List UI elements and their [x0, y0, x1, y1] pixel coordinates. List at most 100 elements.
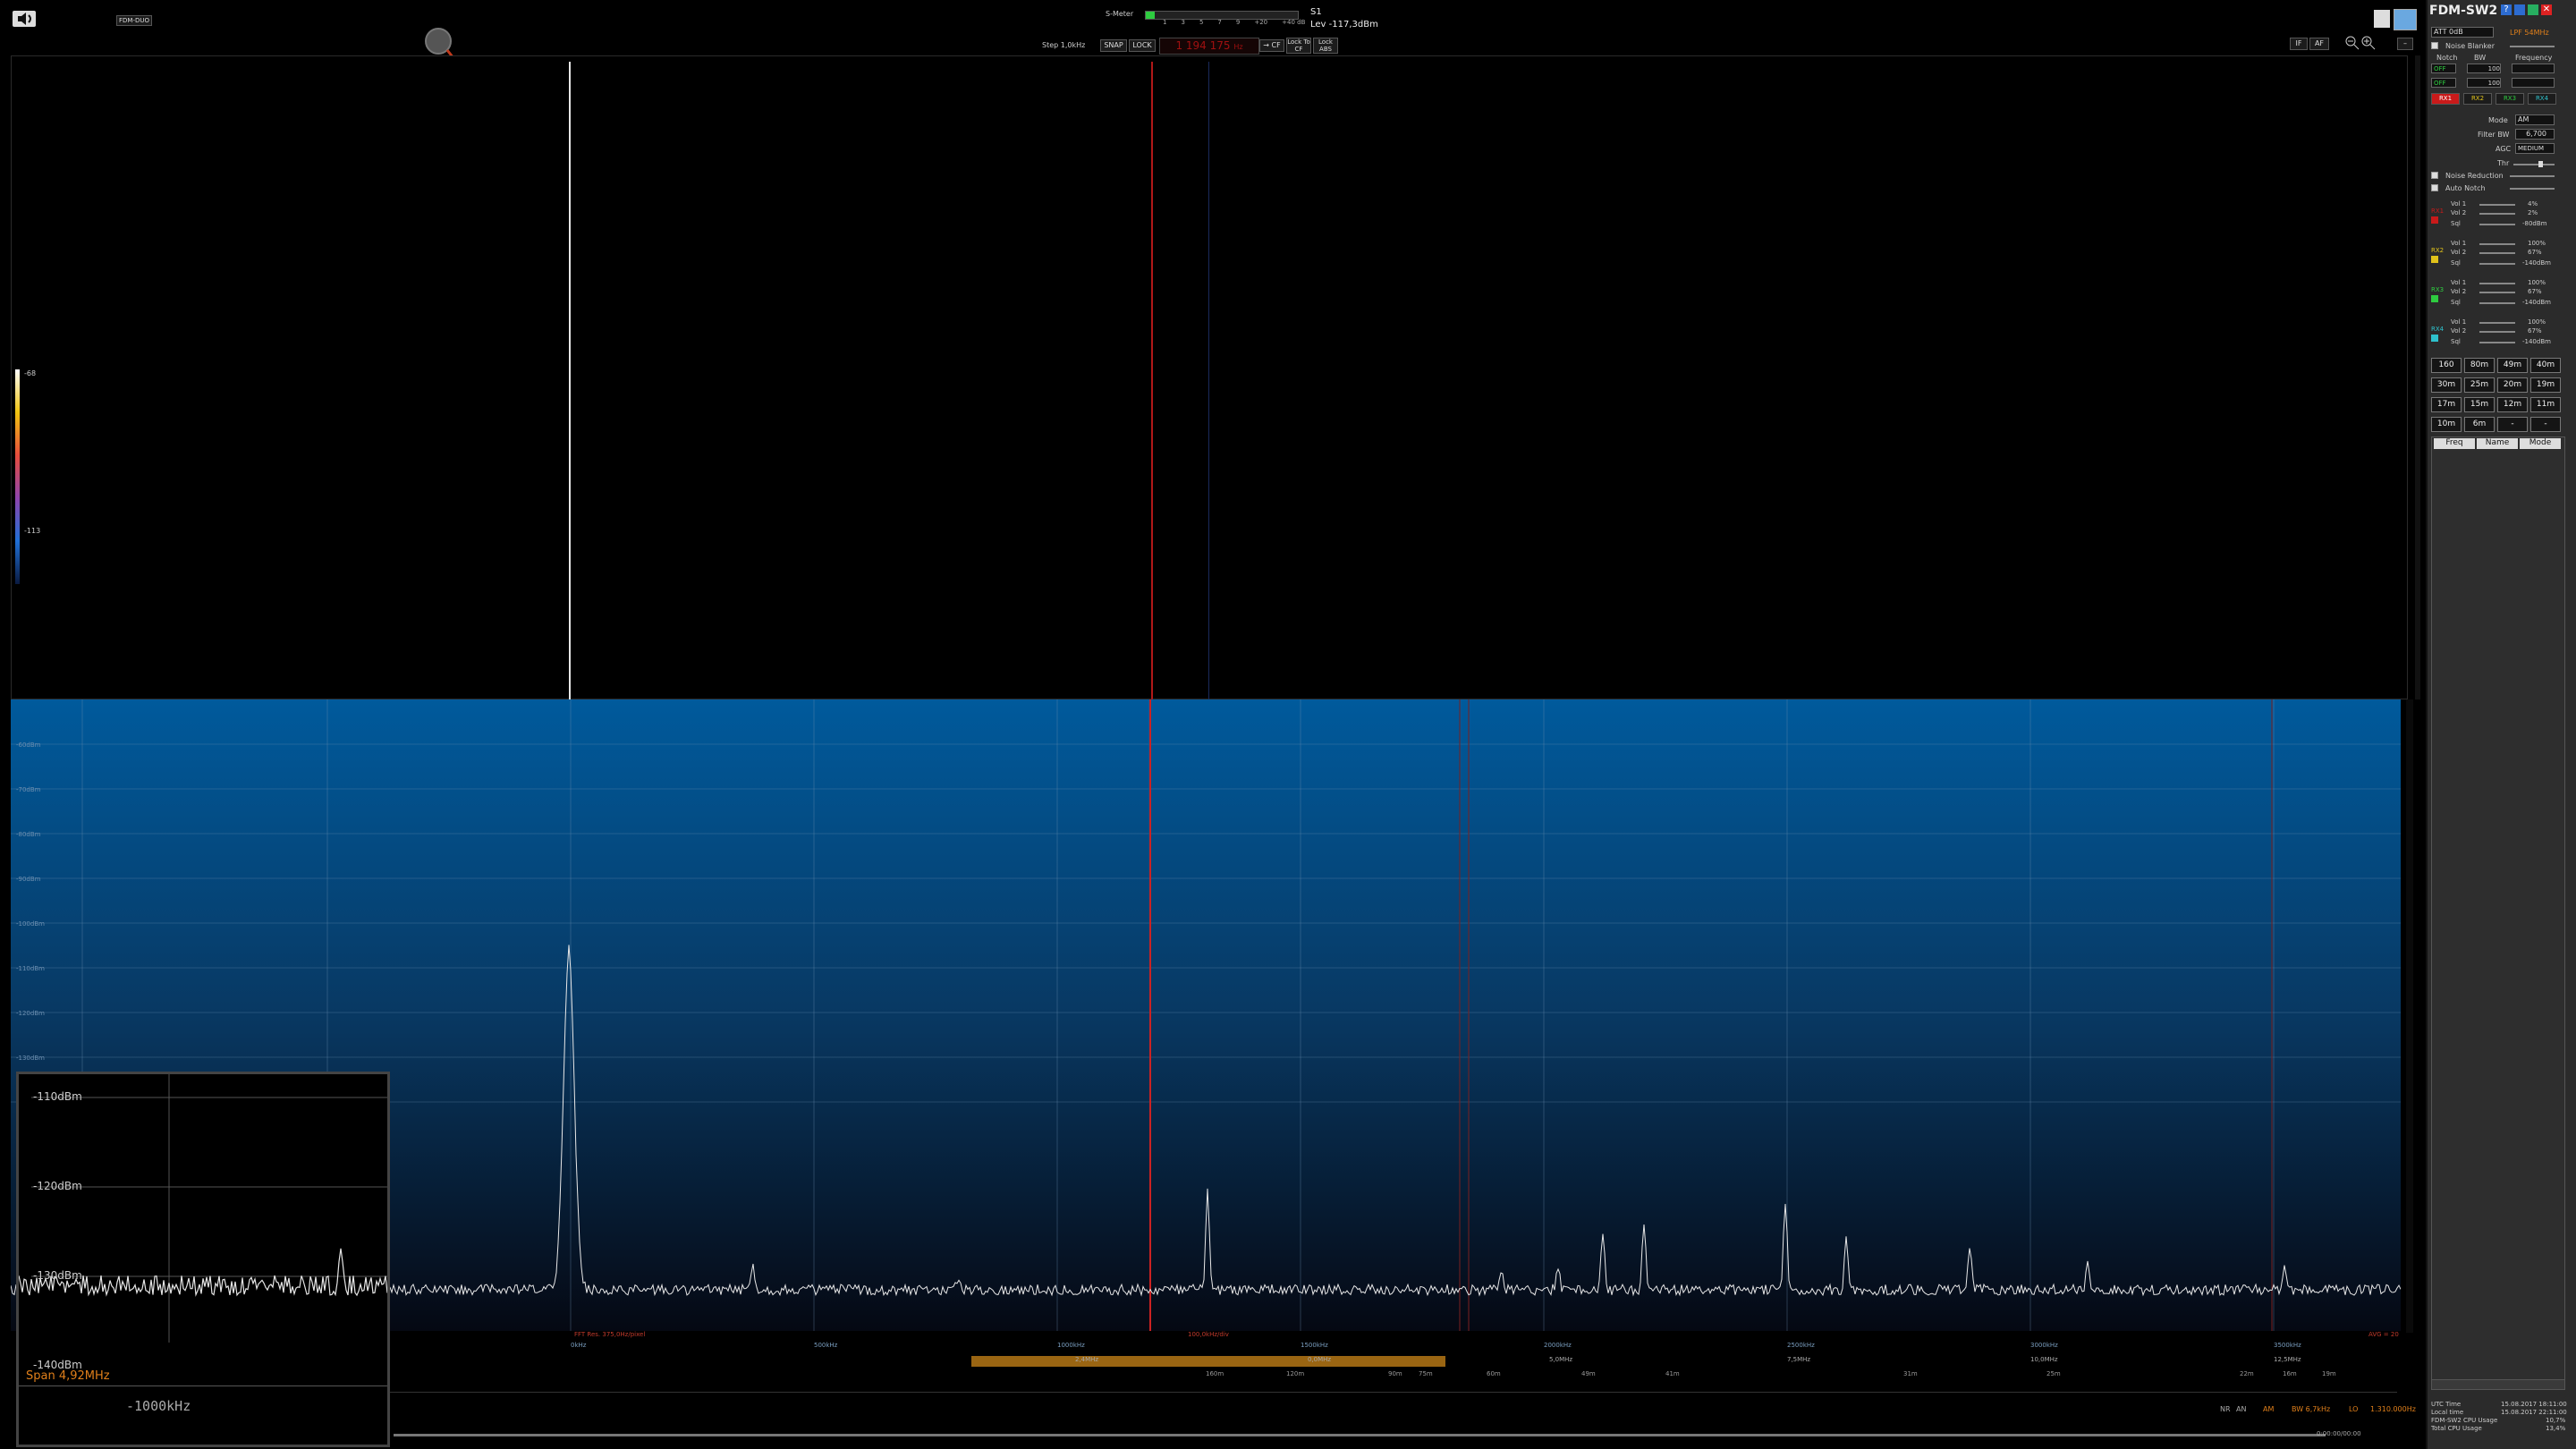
band-button[interactable]: 10m	[2431, 417, 2462, 432]
spectrum-db-tick: -100dBm	[16, 920, 45, 928]
mode-select[interactable]: AM	[2515, 114, 2555, 125]
zoom-inset-panel[interactable]: -110dBm -120dBm -130dBm -140dBm Span 4,9…	[16, 1072, 390, 1447]
band-button[interactable]: 80m	[2464, 358, 2495, 373]
nr-indicator[interactable]: NR	[2220, 1405, 2231, 1413]
step-label[interactable]: Step 1,0kHz	[1042, 41, 1085, 49]
memory-list[interactable]: Freq Name Mode	[2431, 436, 2565, 1386]
speaker-icon[interactable]	[2431, 335, 2438, 342]
vol1-slider[interactable]	[2479, 243, 2515, 245]
agc-select[interactable]: MEDIUM	[2515, 143, 2555, 154]
notch-off-1[interactable]: OFF	[2431, 64, 2456, 73]
vol1-slider[interactable]	[2479, 283, 2515, 284]
vol1-value: 100%	[2528, 318, 2546, 326]
speaker-icon[interactable]	[2431, 295, 2438, 302]
vol1-slider[interactable]	[2479, 322, 2515, 324]
an-indicator[interactable]: AN	[2236, 1405, 2246, 1413]
vol2-slider[interactable]	[2479, 252, 2515, 254]
lock-abs-button[interactable]: Lock ABS	[1313, 38, 1338, 54]
memory-header-freq[interactable]: Freq	[2434, 438, 2475, 449]
notch-bw-1[interactable]: 100	[2467, 64, 2501, 73]
snap-button[interactable]: SNAP	[1100, 39, 1127, 52]
lock-button[interactable]: LOCK	[1129, 39, 1156, 52]
zoom-label-110: -110dBm	[33, 1090, 82, 1103]
close-icon[interactable]: ✕	[2541, 4, 2552, 15]
auto-notch-slider[interactable]	[2510, 188, 2555, 190]
band-button[interactable]: 25m	[2464, 377, 2495, 393]
playback-track[interactable]	[394, 1434, 2326, 1436]
zoom-in-icon[interactable]	[2361, 36, 2376, 50]
band-button[interactable]: 15m	[2464, 397, 2495, 412]
band-label: 10,0MHz	[2030, 1356, 2058, 1363]
menu-button[interactable]: –	[2397, 38, 2413, 50]
waterfall-scrollbar[interactable]	[2415, 55, 2420, 699]
band-button[interactable]: 6m	[2464, 417, 2495, 432]
band-button[interactable]: 49m	[2497, 358, 2528, 373]
band-button[interactable]: 30m	[2431, 377, 2462, 393]
frequency-display[interactable]: 1 194 175 Hz	[1159, 38, 1259, 55]
noise-reduction-slider[interactable]	[2510, 175, 2555, 177]
band-button[interactable]: 19m	[2530, 377, 2561, 393]
speaker-icon[interactable]	[2431, 216, 2438, 224]
thr-label: Thr	[2497, 159, 2510, 167]
auto-notch-checkbox[interactable]	[2431, 184, 2438, 191]
help-icon[interactable]: ?	[2501, 4, 2512, 15]
meter-band-label: 120m	[1286, 1370, 1305, 1377]
sql-slider[interactable]	[2479, 342, 2515, 343]
waterfall-display[interactable]: -68 -113	[11, 55, 2408, 700]
vol2-slider[interactable]	[2479, 292, 2515, 293]
lo-frequency: 1.310.000Hz	[2370, 1405, 2416, 1413]
notch-freq-1[interactable]	[2512, 64, 2555, 73]
memory-header-name[interactable]: Name	[2477, 438, 2518, 449]
sql-slider[interactable]	[2479, 224, 2515, 225]
minimize-icon[interactable]	[2514, 4, 2525, 15]
rx3-button[interactable]: RX3	[2496, 93, 2524, 105]
memory-scrollbar[interactable]	[2431, 1379, 2565, 1390]
mode-label: Mode	[2488, 116, 2508, 124]
save-icon[interactable]	[2374, 10, 2390, 28]
if-button[interactable]: IF	[2290, 38, 2308, 50]
device-selector[interactable]: FDM-DUO	[116, 15, 152, 26]
filter-bw-field[interactable]: 6,700	[2515, 129, 2555, 140]
band-button[interactable]: 17m	[2431, 397, 2462, 412]
af-button[interactable]: AF	[2309, 38, 2329, 50]
noise-blanker-checkbox[interactable]	[2431, 42, 2438, 49]
band-button[interactable]: 20m	[2497, 377, 2528, 393]
vol2-value: 67%	[2528, 288, 2542, 295]
band-button[interactable]: 12m	[2497, 397, 2528, 412]
band-button[interactable]: 11m	[2530, 397, 2561, 412]
band-button[interactable]: 160	[2431, 358, 2462, 373]
zoom-out-icon[interactable]	[2345, 36, 2360, 50]
spectrum-scrollbar[interactable]	[2406, 699, 2413, 1333]
lpf-label: LPF 54MHz	[2510, 29, 2549, 37]
vol2-slider[interactable]	[2479, 331, 2515, 333]
rx2-button[interactable]: RX2	[2463, 93, 2492, 105]
thr-slider[interactable]	[2513, 164, 2555, 165]
meter-band-label: 31m	[1903, 1370, 1918, 1377]
smeter-scale-tick: 5	[1199, 19, 1204, 26]
maximize-icon[interactable]	[2528, 4, 2538, 15]
lock-to-cf-button[interactable]: Lock To CF	[1286, 38, 1311, 54]
sql-slider[interactable]	[2479, 263, 2515, 265]
notch-off-2[interactable]: OFF	[2431, 78, 2456, 88]
vol1-slider[interactable]	[2479, 204, 2515, 206]
rx1-button[interactable]: RX1	[2431, 93, 2460, 105]
band-button[interactable]: -	[2497, 417, 2528, 432]
smeter-label: S-Meter	[1106, 10, 1134, 18]
vol2-slider[interactable]	[2479, 213, 2515, 215]
att-select[interactable]: ATT 0dB	[2431, 27, 2494, 38]
memory-header-mode[interactable]: Mode	[2520, 438, 2561, 449]
noise-blanker-slider[interactable]	[2510, 46, 2555, 47]
notch-freq-2[interactable]	[2512, 78, 2555, 88]
speaker-icon[interactable]	[2431, 256, 2438, 263]
total-cpu-label: Total CPU Usage	[2431, 1425, 2482, 1432]
notch-bw-2[interactable]: 100	[2467, 78, 2501, 88]
to-cf-button[interactable]: → CF	[1259, 39, 1284, 52]
band-button[interactable]: 40m	[2530, 358, 2561, 373]
band-button[interactable]: -	[2530, 417, 2561, 432]
speaker-icon[interactable]	[13, 11, 36, 27]
thr-slider-thumb[interactable]	[2538, 161, 2543, 167]
rx4-button[interactable]: RX4	[2528, 93, 2556, 105]
noise-reduction-checkbox[interactable]	[2431, 172, 2438, 179]
settings-icon[interactable]	[2394, 9, 2417, 30]
sql-slider[interactable]	[2479, 302, 2515, 304]
